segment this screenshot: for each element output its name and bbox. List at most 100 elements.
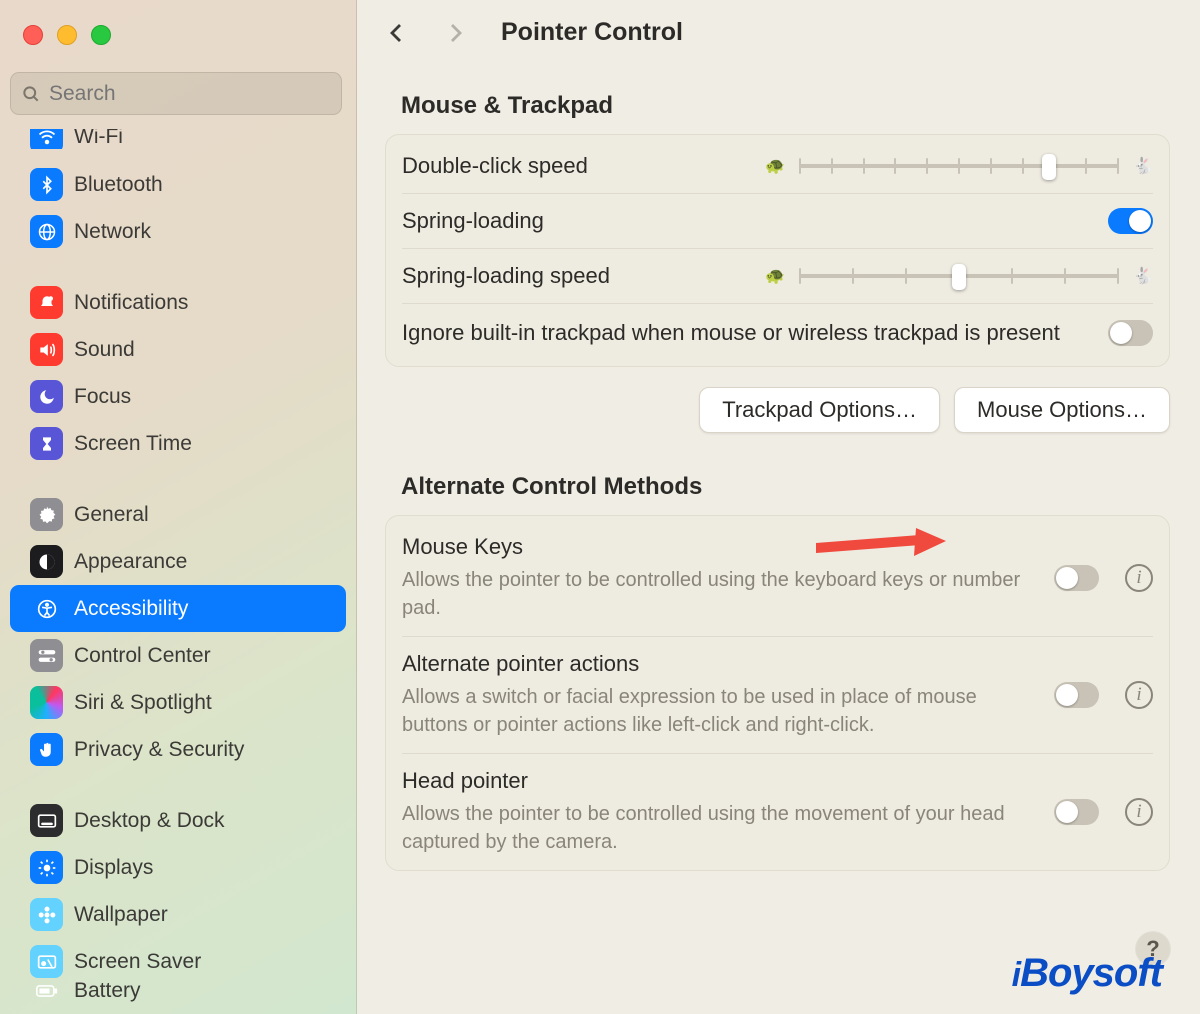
main-content: Pointer Control Mouse & Trackpad Double-… (357, 0, 1200, 1014)
sidebar-item-label: Screen Saver (74, 950, 201, 974)
sidebar-item-siri[interactable]: Siri & Spotlight (10, 679, 346, 726)
sidebar-item-label: Wi-Fi (74, 129, 123, 149)
label-ignore-trackpad: Ignore built-in trackpad when mouse or w… (402, 318, 1088, 348)
sidebar-item-label: Notifications (74, 291, 188, 315)
search-input[interactable] (49, 82, 341, 106)
section-heading-trackpad: Mouse & Trackpad (401, 92, 1170, 120)
sidebar-item-label: Displays (74, 856, 153, 880)
spring-loading-speed-slider[interactable] (799, 274, 1119, 278)
gear-icon (30, 498, 63, 531)
sidebar: Wi-Fi Bluetooth Network Notifications Sound F… (0, 0, 357, 1014)
sidebar-item-wallpaper[interactable]: Wallpaper (10, 891, 346, 938)
window-controls (0, 0, 356, 72)
sidebar-item-label: General (74, 503, 149, 527)
hourglass-icon (30, 427, 63, 460)
slider-thumb[interactable] (952, 264, 966, 290)
tortoise-icon: 🐢 (765, 156, 785, 176)
sidebar-item-appearance[interactable]: Appearance (10, 538, 346, 585)
bluetooth-icon (30, 168, 63, 201)
page-title: Pointer Control (501, 18, 683, 47)
sidebar-item-desktop[interactable]: Desktop & Dock (10, 797, 346, 844)
sidebar-item-label: Siri & Spotlight (74, 691, 212, 715)
trackpad-options-button[interactable]: Trackpad Options… (699, 387, 940, 433)
mouse-options-button[interactable]: Mouse Options… (954, 387, 1170, 433)
sidebar-item-network[interactable]: Network (10, 208, 346, 255)
sidebar-item-battery[interactable]: Battery (10, 973, 346, 1003)
row-spring-loading-speed: Spring-loading speed 🐢 🐇 (402, 248, 1153, 303)
sidebar-item-privacy[interactable]: Privacy & Security (10, 726, 346, 773)
fullscreen-window-button[interactable] (91, 25, 111, 45)
alt-pointer-info-button[interactable]: i (1125, 681, 1153, 709)
sidebar-item-displays[interactable]: Displays (10, 844, 346, 891)
moon-icon (30, 380, 63, 413)
mouse-keys-toggle[interactable] (1054, 565, 1099, 591)
row-head-pointer: Head pointer Allows the pointer to be co… (402, 753, 1153, 870)
sidebar-item-label: Desktop & Dock (74, 809, 225, 833)
row-alt-pointer: Alternate pointer actions Allows a switc… (402, 636, 1153, 753)
siri-icon (30, 686, 63, 719)
accessibility-icon (30, 592, 63, 625)
sidebar-item-label: Battery (74, 979, 141, 1003)
search-field[interactable] (10, 72, 342, 115)
sidebar-item-label: Accessibility (74, 597, 188, 621)
appearance-icon (30, 545, 63, 578)
head-pointer-toggle[interactable] (1054, 799, 1099, 825)
head-pointer-info-button[interactable]: i (1125, 798, 1153, 826)
desc-head-pointer: Allows the pointer to be controlled usin… (402, 800, 1034, 856)
dock-icon (30, 804, 63, 837)
alt-pointer-toggle[interactable] (1054, 682, 1099, 708)
label-head-pointer: Head pointer (402, 768, 1034, 794)
panel-alternate: Mouse Keys Allows the pointer to be cont… (385, 515, 1170, 871)
sidebar-item-sound[interactable]: Sound (10, 326, 346, 373)
sidebar-item-label: Wallpaper (74, 903, 168, 927)
options-button-row: Trackpad Options… Mouse Options… (385, 387, 1170, 433)
sidebar-list: Wi-Fi Bluetooth Network Notifications Sound F… (0, 129, 356, 1014)
search-icon (21, 84, 41, 104)
content-area: Mouse & Trackpad Double-click speed 🐢 🐇 … (357, 65, 1200, 1014)
double-click-speed-slider[interactable] (799, 164, 1119, 168)
sidebar-item-label: Focus (74, 385, 131, 409)
watermark: iBoysoft (1012, 951, 1162, 996)
label-spring-speed: Spring-loading speed (402, 263, 610, 289)
sidebar-item-label: Appearance (74, 550, 187, 574)
bell-icon (30, 286, 63, 319)
hand-icon (30, 733, 63, 766)
sidebar-item-focus[interactable]: Focus (10, 373, 346, 420)
forward-button[interactable] (443, 19, 467, 47)
label-alt-pointer: Alternate pointer actions (402, 651, 1034, 677)
mouse-keys-info-button[interactable]: i (1125, 564, 1153, 592)
ignore-trackpad-toggle[interactable] (1108, 320, 1153, 346)
desc-alt-pointer: Allows a switch or facial expression to … (402, 683, 1034, 739)
minimize-window-button[interactable] (57, 25, 77, 45)
sidebar-item-label: Screen Time (74, 432, 192, 456)
label-spring-loading: Spring-loading (402, 208, 1088, 234)
label-mouse-keys: Mouse Keys (402, 534, 1034, 560)
slider-thumb[interactable] (1042, 154, 1056, 180)
label-double-click: Double-click speed (402, 153, 588, 179)
sidebar-item-label: Network (74, 220, 151, 244)
sidebar-item-accessibility[interactable]: Accessibility (10, 585, 346, 632)
header: Pointer Control (357, 0, 1200, 65)
battery-icon (30, 974, 63, 1003)
flower-icon (30, 898, 63, 931)
sidebar-item-bluetooth[interactable]: Bluetooth (10, 161, 346, 208)
sidebar-item-controlcenter[interactable]: Control Center (10, 632, 346, 679)
spring-loading-toggle[interactable] (1108, 208, 1153, 234)
desc-mouse-keys: Allows the pointer to be controlled usin… (402, 566, 1034, 622)
tortoise-icon: 🐢 (765, 266, 785, 286)
panel-mouse-trackpad: Double-click speed 🐢 🐇 Spring-loading Sp… (385, 134, 1170, 367)
sidebar-item-wifi[interactable]: Wi-Fi (10, 129, 346, 149)
row-mouse-keys: Mouse Keys Allows the pointer to be cont… (386, 516, 1169, 636)
back-button[interactable] (385, 19, 409, 47)
row-double-click-speed: Double-click speed 🐢 🐇 (386, 135, 1169, 193)
sidebar-item-screentime[interactable]: Screen Time (10, 420, 346, 467)
rabbit-icon: 🐇 (1133, 156, 1153, 176)
sidebar-item-notifications[interactable]: Notifications (10, 279, 346, 326)
wifi-icon (30, 129, 63, 149)
row-spring-loading: Spring-loading (402, 193, 1153, 248)
close-window-button[interactable] (23, 25, 43, 45)
sidebar-item-general[interactable]: General (10, 491, 346, 538)
globe-icon (30, 215, 63, 248)
sidebar-item-label: Privacy & Security (74, 738, 244, 762)
sidebar-item-label: Sound (74, 338, 135, 362)
